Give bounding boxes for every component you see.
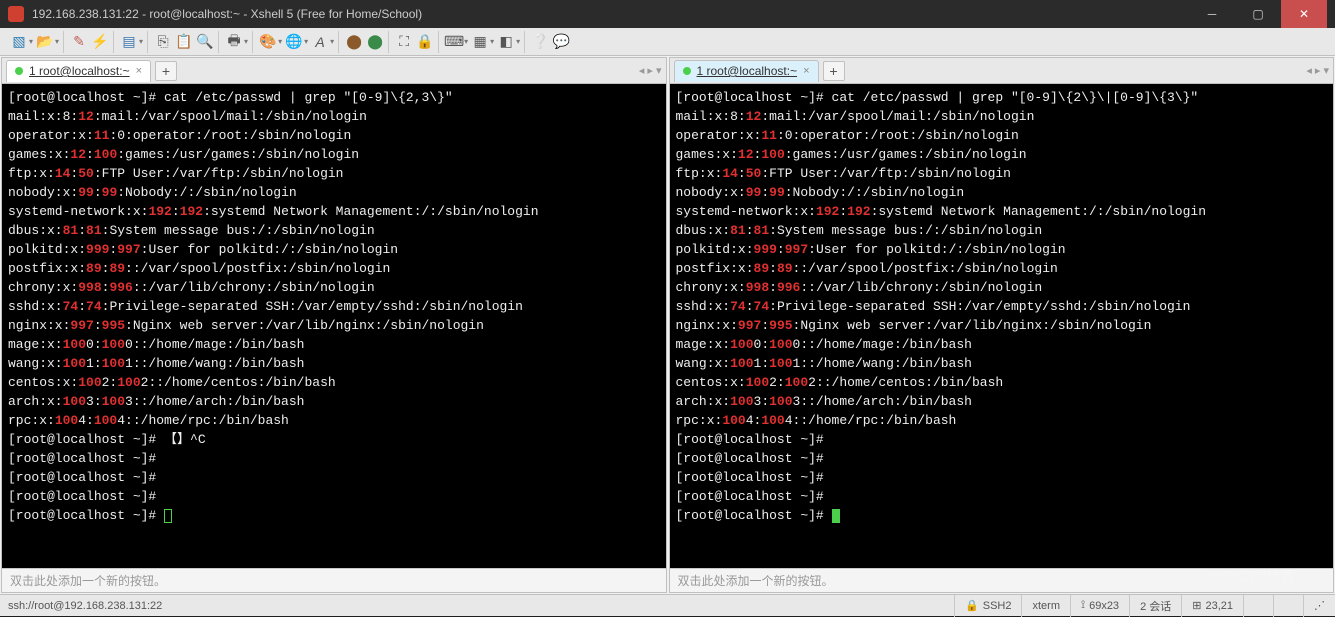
app-icon [8,6,24,22]
tab-label: 1 root@localhost:~ [29,64,130,78]
xftp-icon[interactable]: ⬤ [366,33,384,51]
right-tabbar: 1 root@localhost:~ × + ◂ ▸ ▾ [670,58,1334,84]
help-icon[interactable]: ❔ [531,33,549,51]
status-size: ⟟ 69x23 [1070,595,1129,617]
window-title: 192.168.238.131:22 - root@localhost:~ - … [32,7,1189,21]
tab-left[interactable]: 1 root@localhost:~ × [6,60,151,82]
keyboard-icon[interactable]: ⌨ [445,33,463,51]
font-icon[interactable]: A [311,33,329,51]
left-pane: 1 root@localhost:~ × + ◂ ▸ ▾ [root@local… [1,57,667,593]
titlebar: 192.168.238.131:22 - root@localhost:~ - … [0,0,1335,28]
find-icon[interactable]: 🔍 [196,33,214,51]
status-sessions: 2 会话 [1129,595,1181,617]
status-cursor: ⊞ 23,21 [1181,595,1243,617]
print-icon[interactable]: 🖶 [225,33,243,51]
copy-icon[interactable]: ⎘ [154,33,172,51]
tab-nav[interactable]: ◂ ▸ ▾ [639,64,662,77]
window-controls: ─ ▢ ✕ [1189,0,1327,28]
status-dot-icon [15,67,23,75]
fullscreen-icon[interactable]: ⛶ [395,33,413,51]
maximize-button[interactable]: ▢ [1235,0,1281,28]
input-bar-right[interactable]: 双击此处添加一个新的按钮。 [670,568,1334,592]
encoding-icon[interactable]: 🌐 [285,33,303,51]
reconnect-icon[interactable]: ✎ [70,33,88,51]
tile-icon[interactable]: ◧ [497,33,515,51]
status-term: xterm [1021,595,1070,617]
status-grip: ⋰ [1303,595,1335,617]
tab-close-icon[interactable]: × [803,65,809,77]
open-icon[interactable]: 📂 [36,33,54,51]
paste-icon[interactable]: 📋 [175,33,193,51]
status-proto: 🔒SSH2 [954,595,1021,617]
main-toolbar: ▧▾ 📂▾ ✎ ⚡ ▤▾ ⎘ 📋 🔍 🖶▾ 🎨▾ 🌐▾ A▾ ⬤ ⬤ ⛶ 🔒 ⌨… [0,28,1335,56]
terminal-left[interactable]: [root@localhost ~]# cat /etc/passwd | gr… [2,84,666,568]
new-session-icon[interactable]: ▧ [10,33,28,51]
layout-icon[interactable]: ▦ [471,33,489,51]
disconnect-icon[interactable]: ⚡ [91,33,109,51]
tab-nav[interactable]: ◂ ▸ ▾ [1306,64,1329,77]
color-icon[interactable]: 🎨 [259,33,277,51]
terminal-right[interactable]: [root@localhost ~]# cat /etc/passwd | gr… [670,84,1334,568]
left-tabbar: 1 root@localhost:~ × + ◂ ▸ ▾ [2,58,666,84]
tab-close-icon[interactable]: × [136,65,142,77]
transfer-icon[interactable]: ⬤ [345,33,363,51]
status-num [1273,595,1303,617]
add-tab-button[interactable]: + [155,61,177,81]
lock-icon[interactable]: 🔒 [416,33,434,51]
status-dot-icon [683,67,691,75]
minimize-button[interactable]: ─ [1189,0,1235,28]
lock-icon: 🔒 [965,599,979,612]
properties-icon[interactable]: ▤ [120,33,138,51]
status-connection: ssh://root@192.168.238.131:22 [0,600,954,612]
tab-label: 1 root@localhost:~ [697,64,798,78]
split-panes: 1 root@localhost:~ × + ◂ ▸ ▾ [root@local… [0,56,1335,594]
statusbar: ssh://root@192.168.238.131:22 🔒SSH2 xter… [0,594,1335,616]
status-caps [1243,595,1273,617]
close-button[interactable]: ✕ [1281,0,1327,28]
right-pane: 1 root@localhost:~ × + ◂ ▸ ▾ [root@local… [669,57,1335,593]
feedback-icon[interactable]: 💬 [552,33,570,51]
input-bar-left[interactable]: 双击此处添加一个新的按钮。 [2,568,666,592]
add-tab-button[interactable]: + [823,61,845,81]
tab-right[interactable]: 1 root@localhost:~ × [674,60,819,82]
